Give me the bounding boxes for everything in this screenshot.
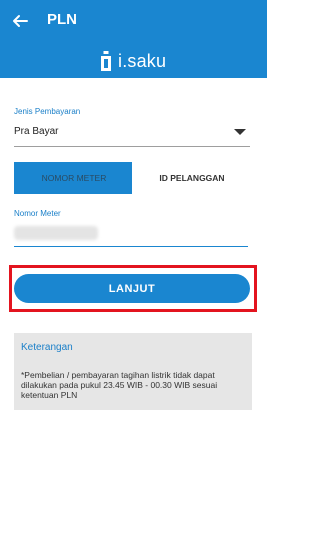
brand-name: i.saku bbox=[118, 50, 167, 71]
tab-id-pelanggan-label: ID PELANGGAN bbox=[159, 173, 225, 183]
tab-nomor-meter[interactable]: NOMOR METER bbox=[14, 162, 134, 194]
info-text: *Pembelian / pembayaran tagihan listrik … bbox=[21, 370, 218, 400]
redacted-meter-value bbox=[14, 226, 98, 240]
payment-type-value: Pra Bayar bbox=[14, 126, 59, 137]
page-title: PLN bbox=[47, 11, 77, 28]
payment-type-label: Jenis Pembayaran bbox=[14, 107, 81, 116]
info-title: Keterangan bbox=[21, 342, 73, 353]
tab-nomor-meter-label: NOMOR METER bbox=[41, 173, 107, 183]
dropdown-arrow-icon bbox=[234, 129, 246, 135]
tab-id-pelanggan[interactable]: ID PELANGGAN bbox=[132, 162, 252, 194]
app-bar: PLN bbox=[0, 0, 267, 42]
brand-header: i.saku bbox=[0, 42, 267, 78]
meter-number-label: Nomor Meter bbox=[14, 209, 61, 218]
payment-type-dropdown[interactable]: Pra Bayar bbox=[14, 118, 250, 147]
continue-button[interactable]: LANJUT bbox=[14, 274, 250, 303]
back-arrow-icon[interactable] bbox=[10, 11, 30, 31]
meter-number-input[interactable] bbox=[14, 222, 248, 247]
isaku-logo-icon bbox=[101, 51, 111, 71]
info-panel: Keterangan *Pembelian / pembayaran tagih… bbox=[14, 333, 252, 410]
brand-logo: i.saku bbox=[100, 49, 170, 73]
